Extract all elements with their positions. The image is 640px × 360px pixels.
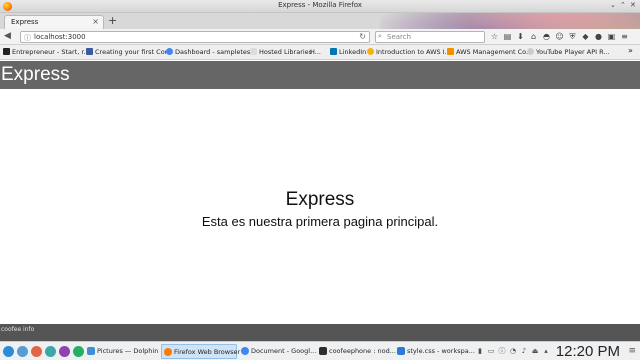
info-icon[interactable]: ⓘ: [24, 33, 31, 43]
bookmark-label: Entrepreneur - Start, r...: [12, 48, 90, 56]
task-vscode[interactable]: style.css - workspa...: [395, 344, 475, 359]
reading-list-icon[interactable]: ▤: [503, 32, 512, 41]
window-titlebar[interactable]: Express - Mozilla Firefox ⌄ ⌃ ✕: [0, 0, 640, 13]
bookmark-favicon-icon: [86, 48, 93, 55]
search-bar[interactable]: ⌕ Search: [375, 31, 485, 43]
menu-icon[interactable]: ≡: [620, 32, 629, 41]
bookmark-label: Hosted Libraries: [259, 48, 313, 56]
battery-icon[interactable]: ▮: [476, 347, 484, 355]
bookmark-item[interactable]: Introduction to AWS I...: [367, 48, 451, 56]
bookmark-favicon-icon: [527, 48, 534, 55]
aws-icon: [447, 48, 454, 55]
task-label: style.css - workspa...: [407, 347, 475, 355]
bookmark-label: Introduction to AWS I...: [376, 48, 451, 56]
panel-settings-icon[interactable]: ≡: [628, 346, 636, 356]
search-placeholder[interactable]: Search: [387, 33, 411, 41]
tab-label: Express: [11, 18, 39, 26]
task-dolphin[interactable]: Pictures — Dolphin: [85, 344, 159, 359]
network-icon[interactable]: ◔: [509, 347, 517, 355]
extension-icon[interactable]: ●: [594, 32, 603, 41]
navigation-bar: ◀ ⓘ localhost:3000 ↻ ⌕ Search ☆ ▤ ⬇ ⌂ ◓ …: [0, 29, 640, 45]
bookmark-item[interactable]: H...: [310, 48, 321, 56]
bookmark-item[interactable]: LinkedIn: [330, 48, 366, 56]
pocket-icon[interactable]: ◓: [542, 32, 551, 41]
task-terminal[interactable]: coofeephone : nod...: [317, 344, 396, 359]
firefox-launcher-icon[interactable]: [31, 346, 42, 357]
tray-expand-icon[interactable]: ▴: [542, 347, 550, 355]
task-chrome[interactable]: Document - Googl...: [239, 344, 317, 359]
theme-background: [380, 13, 640, 29]
footer-text: coofee info: [1, 326, 35, 333]
bookmark-favicon-icon: [367, 48, 374, 55]
back-icon[interactable]: ◀: [4, 31, 11, 41]
bookmark-item[interactable]: Creating your first Cor...: [86, 48, 173, 56]
taskbar: Pictures — Dolphin Firefox Web Browser D…: [0, 341, 640, 360]
bookmark-label: H...: [310, 48, 321, 56]
notifications-icon[interactable]: ⓘ: [498, 347, 506, 355]
volume-icon[interactable]: ♪: [520, 347, 528, 355]
bookmark-star-icon[interactable]: ☆: [490, 32, 499, 41]
task-label: Firefox Web Browser: [174, 348, 241, 356]
page-main: Express Esta es nuestra primera pagina p…: [0, 89, 640, 324]
bookmark-item[interactable]: Hosted Libraries: [250, 48, 312, 56]
page-text: Esta es nuestra primera pagina principal…: [201, 214, 439, 229]
chrome-icon: [241, 347, 249, 355]
clipboard-icon[interactable]: ▭: [487, 347, 495, 355]
bookmark-label: LinkedIn: [339, 48, 367, 56]
linkedin-icon: [330, 48, 337, 55]
bookmarks-toolbar: Entrepreneur - Start, r... Creating your…: [0, 45, 640, 60]
tab-express[interactable]: Express ×: [4, 15, 104, 29]
code-editor-icon: [397, 347, 405, 355]
bookmark-label: Dashboard - sampletest: [175, 48, 253, 56]
bookmark-item[interactable]: Entrepreneur - Start, r...: [3, 48, 90, 56]
tab-strip: Express × +: [0, 13, 640, 29]
bookmark-item[interactable]: Dashboard - sampletest: [166, 48, 253, 56]
chrome-launcher-icon[interactable]: [45, 346, 56, 357]
bookmark-label: AWS Management Co...: [456, 48, 533, 56]
bookmarks-overflow-icon[interactable]: »: [628, 46, 633, 55]
close-tab-icon[interactable]: ×: [92, 17, 99, 26]
page-header-title: Express: [1, 64, 70, 85]
home-icon[interactable]: ⌂: [529, 32, 538, 41]
bookmark-item[interactable]: AWS Management Co...: [447, 48, 532, 56]
task-firefox[interactable]: Firefox Web Browser: [161, 344, 241, 359]
task-label: coofeephone : nod...: [329, 347, 396, 355]
app-launcher-icon[interactable]: [73, 346, 84, 357]
page-title: Express: [285, 189, 355, 210]
bookmark-item[interactable]: YouTube Player API R...: [527, 48, 610, 56]
terminal-icon: [319, 347, 327, 355]
task-label: Pictures — Dolphin: [97, 347, 159, 355]
chat-icon[interactable]: ☺: [555, 32, 564, 41]
maximize-icon[interactable]: ⌃: [620, 1, 626, 9]
extension-icon[interactable]: ◆: [581, 32, 590, 41]
task-label: Document - Googl...: [251, 347, 317, 355]
extension-icon[interactable]: ▣: [607, 32, 616, 41]
clock[interactable]: 12:20 PM: [556, 343, 620, 360]
app-launcher-icon[interactable]: [3, 346, 14, 357]
devices-icon[interactable]: ⏏: [531, 347, 539, 355]
bookmark-label: YouTube Player API R...: [536, 48, 610, 56]
new-tab-icon[interactable]: +: [108, 14, 117, 27]
bookmark-favicon-icon: [3, 48, 10, 55]
window-title: Express - Mozilla Firefox: [278, 1, 362, 9]
search-icon: ⌕: [378, 32, 382, 40]
dolphin-icon[interactable]: [17, 346, 28, 357]
bookmark-favicon-icon: [166, 48, 173, 55]
page-header: Express: [0, 61, 640, 89]
firefox-icon: [164, 348, 172, 356]
bookmark-favicon-icon: [250, 48, 257, 55]
bookmark-label: Creating your first Cor...: [95, 48, 173, 56]
folder-icon: [87, 347, 95, 355]
url-text[interactable]: localhost:3000: [34, 33, 86, 41]
shield-icon[interactable]: ⛨: [568, 32, 577, 41]
download-icon[interactable]: ⬇: [516, 32, 525, 41]
url-bar[interactable]: ⓘ localhost:3000 ↻: [20, 31, 370, 43]
reload-icon[interactable]: ↻: [359, 32, 366, 41]
terminal-launcher-icon[interactable]: [59, 346, 70, 357]
minimize-icon[interactable]: ⌄: [610, 1, 616, 9]
close-icon[interactable]: ✕: [630, 1, 636, 9]
page-footer: coofee info: [0, 324, 640, 341]
